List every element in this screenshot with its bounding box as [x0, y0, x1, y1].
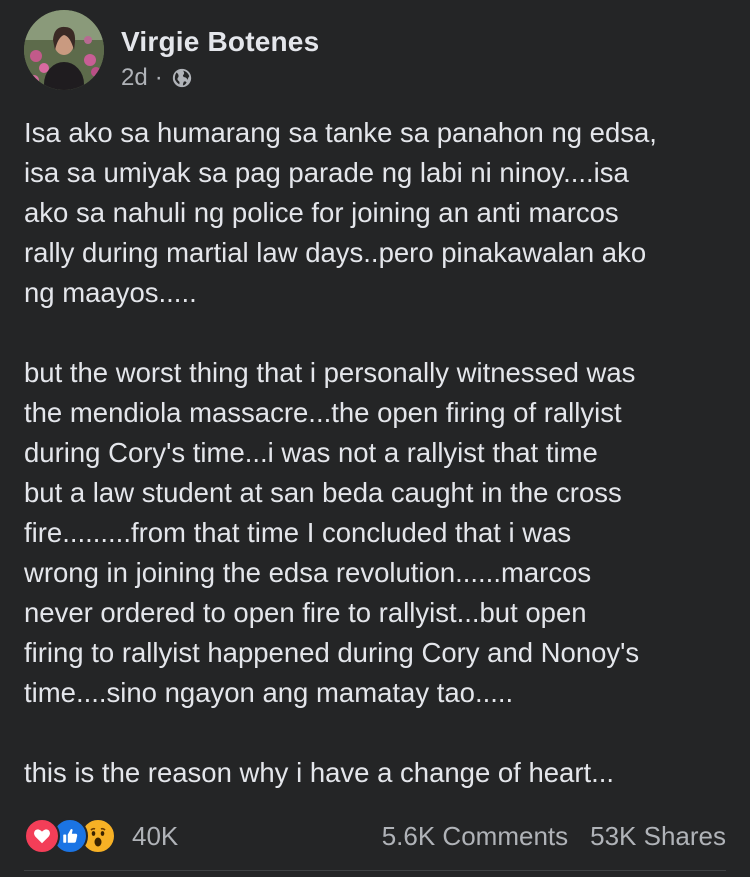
love-reaction-icon	[24, 818, 60, 854]
post-line: during Cory's time...i was not a rallyis…	[24, 437, 598, 468]
post-line: rally during martial law days..pero pina…	[24, 237, 647, 268]
post-footer: 40K 5.6K Comments 53K Shares	[24, 812, 726, 860]
post-line: wrong in joining the edsa revolution....…	[24, 557, 592, 588]
post-line: firing to rallyist happened during Cory …	[24, 637, 640, 668]
post-line: but a law student at san beda caught in …	[24, 477, 622, 508]
post-line: but the worst thing that i personally wi…	[24, 357, 636, 388]
post-paragraph: this is the reason why i have a change o…	[24, 753, 739, 793]
post-line: time....sino ngayon ang mamatay tao.....	[24, 677, 514, 708]
post-line: ng maayos.....	[24, 277, 197, 308]
separator-dot: ·	[154, 64, 163, 91]
engagement-stats: 5.6K Comments 53K Shares	[382, 821, 726, 852]
post-paragraph: but the worst thing that i personally wi…	[24, 353, 739, 713]
post-line: ako sa nahuli ng police for joining an a…	[24, 197, 619, 228]
post-body: Isa ako sa humarang sa tanke sa panahon …	[24, 113, 739, 793]
post-timestamp[interactable]: 2d	[121, 64, 148, 92]
author-name[interactable]: Virgie Botenes	[121, 26, 319, 58]
avatar-photo	[24, 10, 104, 90]
post-subline: 2d ·	[121, 64, 319, 92]
post-header: Virgie Botenes 2d ·	[24, 10, 319, 92]
post-meta: Virgie Botenes 2d ·	[121, 10, 319, 92]
post-line: this is the reason why i have a change o…	[24, 757, 615, 788]
comments-count-link[interactable]: 5.6K Comments	[382, 821, 568, 852]
post-line: Isa ako sa humarang sa tanke sa panahon …	[24, 117, 657, 148]
globe-icon[interactable]	[171, 67, 193, 89]
post-line: the mendiola massacre...the open firing …	[24, 397, 622, 428]
reaction-count[interactable]: 40K	[132, 821, 178, 852]
post-card: Virgie Botenes 2d · Isa ako sa humarang …	[0, 0, 750, 877]
avatar[interactable]	[24, 10, 104, 90]
shares-count-link[interactable]: 53K Shares	[590, 821, 726, 852]
post-line: never ordered to open fire to rallyist..…	[24, 597, 587, 628]
post-line: isa sa umiyak sa pag parade ng labi ni n…	[24, 157, 629, 188]
reactions-summary[interactable]: 40K	[24, 818, 178, 854]
post-line: fire.........from that time I concluded …	[24, 517, 572, 548]
footer-divider	[24, 870, 726, 871]
post-paragraph: Isa ako sa humarang sa tanke sa panahon …	[24, 113, 739, 313]
